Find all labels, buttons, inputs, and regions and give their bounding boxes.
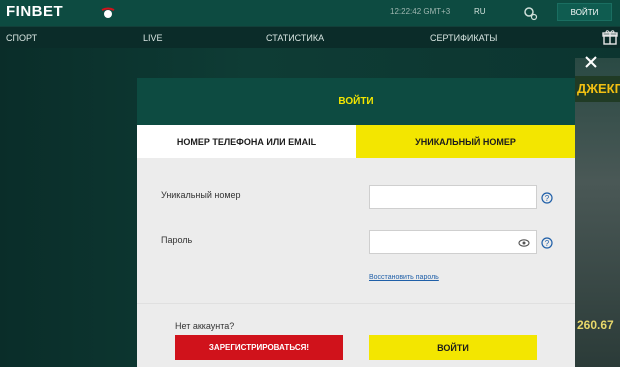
nav-item-certificates[interactable]: СЕРТИФИКАТЫ [430, 33, 497, 43]
jackpot-amount: 260.67 [577, 318, 614, 332]
tab-phone-email[interactable]: НОМЕР ТЕЛЕФОНА ИЛИ EMAIL [137, 125, 356, 158]
password-input[interactable] [369, 230, 537, 254]
ball-logo-icon [101, 7, 115, 18]
divider [137, 303, 575, 304]
nav-item-statistics[interactable]: СТАТИСТИКА [266, 33, 324, 43]
finbet-logo[interactable]: FINBET [6, 3, 63, 20]
top-header: FINBET 12:22:42 GMT+3 RU ВОЙТИ [0, 0, 620, 26]
register-button[interactable]: ЗАРЕГИСТРИРОВАТЬСЯ! [175, 335, 343, 360]
main-nav: СПОРТ LIVE СТАТИСТИКА СЕРТИФИКАТЫ [0, 26, 620, 48]
help-icon[interactable]: ? [541, 237, 553, 249]
close-icon[interactable] [584, 55, 598, 69]
unique-number-label: Уникальный номер [161, 190, 241, 200]
no-account-text: Нет аккаунта? [175, 321, 235, 331]
svg-text:?: ? [545, 239, 550, 248]
nav-item-sport[interactable]: СПОРТ [6, 33, 37, 43]
password-label: Пароль [161, 235, 193, 245]
nav-item-live[interactable]: LIVE [143, 33, 163, 43]
header-login-button[interactable]: ВОЙТИ [557, 3, 612, 21]
language-selector[interactable]: RU [474, 7, 486, 16]
modal-title: ВОЙТИ [137, 78, 575, 125]
restore-password-link[interactable]: Восстановить пароль [369, 274, 439, 281]
eye-icon[interactable] [518, 238, 530, 248]
svg-text:?: ? [545, 194, 550, 203]
unique-number-input[interactable] [369, 185, 537, 209]
settings-icon[interactable] [522, 5, 538, 21]
clock: 12:22:42 GMT+3 [390, 7, 451, 16]
help-icon[interactable]: ? [541, 192, 553, 204]
login-submit-button[interactable]: ВОЙТИ [369, 335, 537, 360]
jackpot-banner: ДЖЕКП [575, 76, 620, 102]
gift-icon[interactable] [602, 29, 618, 45]
login-modal: ВОЙТИ НОМЕР ТЕЛЕФОНА ИЛИ EMAIL УНИКАЛЬНЫ… [137, 78, 575, 367]
tab-unique-number[interactable]: УНИКАЛЬНЫЙ НОМЕР [356, 125, 575, 158]
